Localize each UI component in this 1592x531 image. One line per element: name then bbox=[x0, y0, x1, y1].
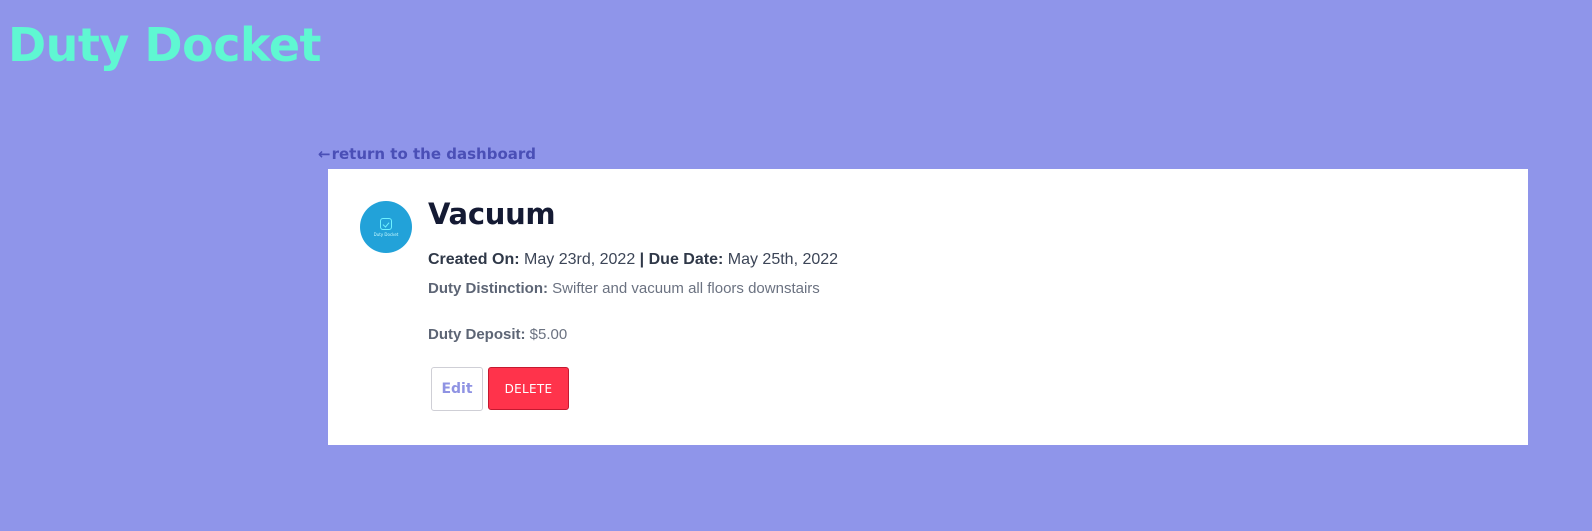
checkmark-icon bbox=[380, 217, 392, 230]
duty-details: Vacuum Created On: May 23rd, 2022 | Due … bbox=[428, 195, 1488, 346]
duty-dates: Created On: May 23rd, 2022 | Due Date: M… bbox=[428, 249, 1488, 271]
distinction-label: Duty Distinction: bbox=[428, 280, 548, 297]
due-value: May 25th, 2022 bbox=[727, 251, 839, 268]
date-separator: | bbox=[639, 251, 645, 268]
duty-card: Duty Docket Vacuum Created On: May 23rd,… bbox=[328, 169, 1528, 445]
duty-actions: Edit DELETE bbox=[431, 367, 569, 411]
left-arrow-icon: ← bbox=[318, 145, 331, 163]
duty-docket-logo-icon: Duty Docket bbox=[360, 201, 412, 253]
created-label: Created On: bbox=[428, 251, 520, 268]
app-title: Duty Docket bbox=[8, 18, 322, 72]
return-to-dashboard-link[interactable]: ←return to the dashboard bbox=[318, 144, 536, 164]
duty-deposit: Duty Deposit: $5.00 bbox=[428, 324, 1488, 346]
created-value: May 23rd, 2022 bbox=[524, 251, 636, 268]
distinction-value: Swifter and vacuum all floors downstairs bbox=[552, 280, 820, 297]
duty-title: Vacuum bbox=[428, 197, 556, 231]
due-label: Due Date: bbox=[648, 251, 724, 268]
deposit-label: Duty Deposit: bbox=[428, 326, 526, 343]
duty-distinction: Duty Distinction: Swifter and vacuum all… bbox=[428, 278, 1488, 300]
delete-button[interactable]: DELETE bbox=[488, 367, 569, 410]
deposit-value: $5.00 bbox=[529, 326, 568, 343]
avatar-logo-text: Duty Docket bbox=[373, 231, 399, 237]
return-to-dashboard-label: return to the dashboard bbox=[331, 145, 537, 163]
edit-button[interactable]: Edit bbox=[431, 367, 483, 411]
